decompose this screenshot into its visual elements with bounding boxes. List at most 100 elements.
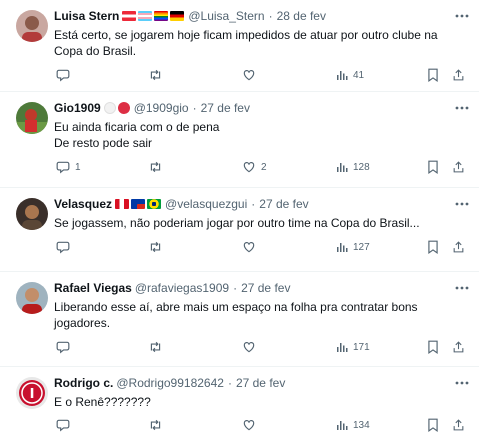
like-button[interactable] [242,68,261,82]
bookmark-icon [428,240,438,254]
view-count: 41 [353,69,365,81]
like-button[interactable] [242,240,261,254]
views-chart-icon [337,243,348,252]
bookmark-button[interactable] [427,418,439,432]
tweet-date[interactable]: 27 de fev [236,375,285,391]
share-button[interactable] [452,418,465,432]
retweet-icon [150,161,161,173]
bookmark-button[interactable] [427,240,439,254]
user-handle[interactable]: @Luisa_Stern [188,8,264,24]
avatar[interactable] [16,198,48,230]
display-name[interactable]: Gio1909 [54,100,101,116]
views-chart-icon [337,343,348,352]
reply-icon [56,419,70,432]
austria-flag-icon [122,11,137,21]
more-options-button[interactable] [455,100,469,116]
reply-button[interactable] [56,340,75,354]
share-icon [453,161,464,173]
retweet-button[interactable] [148,340,168,354]
svg-text:I: I [30,387,35,402]
tweet-actions: 127 [52,239,471,255]
tweet-header: Rafael Viegas @rafaviegas1909 · 27 de fe… [54,280,469,296]
retweet-icon [150,241,161,253]
bookmark-button[interactable] [427,160,439,174]
retweet-icon [150,341,161,353]
heart-icon [243,342,255,353]
tweet-text: Eu ainda ficaria com o de pena De resto … [54,120,220,150]
rainbow-flag-icon [154,11,169,21]
reply-button[interactable] [56,240,75,254]
chile-flag-icon [131,199,146,209]
more-options-button[interactable] [455,375,469,391]
avatar[interactable] [16,282,48,314]
tweet-date[interactable]: 28 de fev [277,8,326,24]
views-button[interactable]: 134 [336,419,370,431]
tweet-date[interactable]: 27 de fev [201,100,250,116]
user-handle[interactable]: @rafaviegas1909 [135,280,229,296]
user-handle[interactable]: @Rodrigo99182642 [116,375,224,391]
like-button[interactable] [242,340,261,354]
tweet[interactable]: Velasquez @velasquezgui · 27 de fev Se j… [0,188,479,272]
more-options-button[interactable] [455,280,469,296]
user-handle[interactable]: @1909gio [134,100,189,116]
tweet[interactable]: Luisa Stern @Luisa_Stern · 28 de fev Est… [0,0,479,92]
separator-dot: · [268,9,273,23]
more-horizontal-icon [455,202,469,206]
tweet[interactable]: Rafael Viegas @rafaviegas1909 · 27 de fe… [0,272,479,367]
more-horizontal-icon [455,106,469,110]
retweet-icon [150,419,161,431]
more-options-button[interactable] [455,8,469,24]
views-button[interactable]: 41 [336,69,364,81]
separator-dot: · [233,281,238,295]
more-options-button[interactable] [455,196,469,212]
display-name[interactable]: Rodrigo c. [54,375,113,391]
tweet-actions: 134 [52,417,471,433]
heart-icon [243,242,255,253]
avatar[interactable] [16,10,48,42]
display-name[interactable]: Rafael Viegas [54,280,132,296]
like-button[interactable]: 2 [242,160,267,174]
retweet-button[interactable] [148,418,168,432]
tweet[interactable]: Gio1909 @1909gio · 27 de fev Eu ainda fi… [0,92,479,188]
tweet[interactable]: I Rodrigo c. @Rodrigo99182642 · 27 de fe… [0,367,479,448]
user-handle[interactable]: @velasquezgui [165,196,247,212]
share-icon [453,419,464,431]
transgender-flag-icon [138,11,153,21]
reply-count: 1 [75,161,81,173]
retweet-button[interactable] [148,160,168,174]
tweet-content: Rafael Viegas @rafaviegas1909 · 27 de fe… [54,280,469,331]
share-button[interactable] [452,160,465,174]
retweet-button[interactable] [148,240,168,254]
share-icon [453,241,464,253]
reply-button[interactable]: 1 [56,160,81,174]
bookmark-button[interactable] [427,340,439,354]
reply-button[interactable] [56,418,75,432]
bookmark-icon [428,418,438,432]
separator-dot: · [251,197,256,211]
display-name[interactable]: Velasquez [54,196,112,212]
avatar[interactable] [16,102,48,134]
avatar[interactable]: I [16,377,48,409]
retweet-button[interactable] [148,68,168,82]
like-button[interactable] [242,418,261,432]
tweet-actions: 171 [52,339,471,355]
reply-icon [56,341,70,354]
tweet-text: Está certo, se jogarem hoje ficam impedi… [54,28,438,58]
reply-button[interactable] [56,68,75,82]
views-button[interactable]: 171 [336,341,370,353]
tweet-actions: 1 2 128 [52,159,471,175]
share-button[interactable] [452,68,465,82]
tweet-date[interactable]: 27 de fev [259,196,308,212]
views-button[interactable]: 127 [336,241,370,253]
view-count: 128 [353,161,370,173]
tweet-text: Liberando esse aí, abre mais um espaço n… [54,300,418,330]
tweet-date[interactable]: 27 de fev [241,280,290,296]
share-button[interactable] [452,240,465,254]
retweet-icon [150,69,161,81]
red-circle-icon [117,102,130,114]
separator-dot: · [227,376,232,390]
share-button[interactable] [452,340,465,354]
display-name[interactable]: Luisa Stern [54,8,119,24]
bookmark-button[interactable] [427,68,439,82]
views-button[interactable]: 128 [336,161,370,173]
